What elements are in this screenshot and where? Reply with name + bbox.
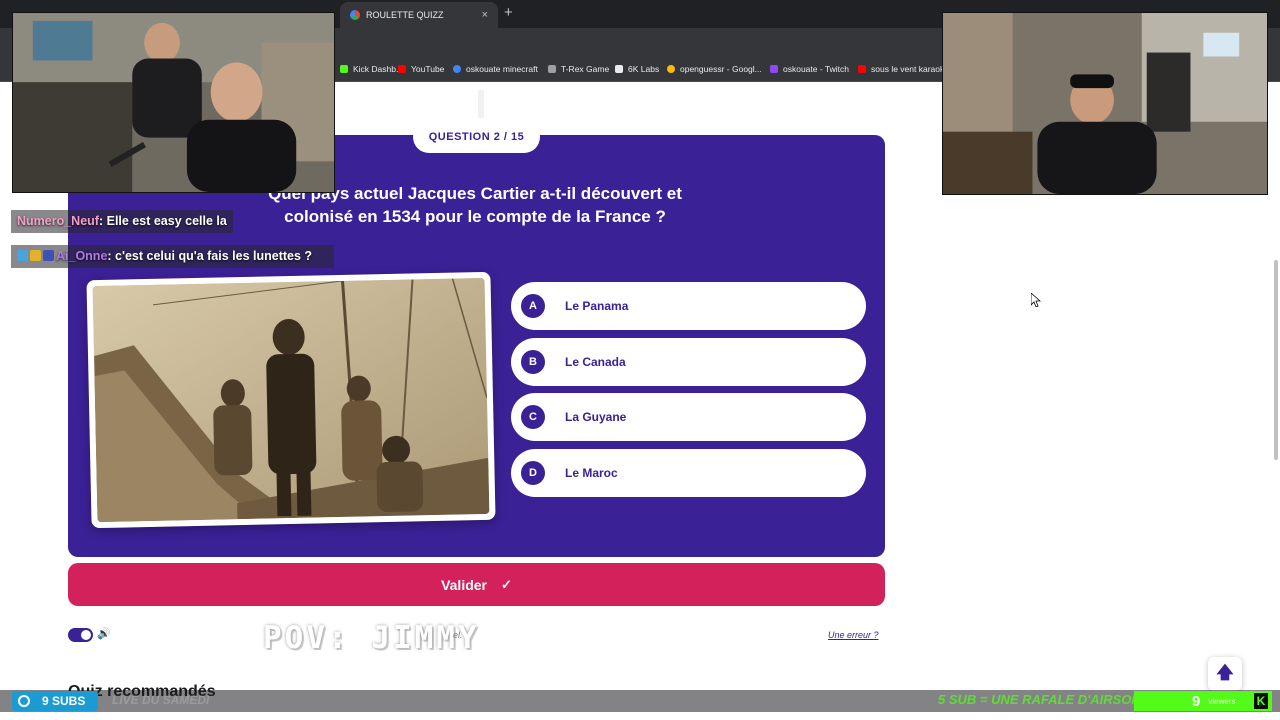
subs-count: 9 SUBS: [42, 694, 86, 708]
answer-option-d[interactable]: D Le Maroc: [511, 449, 866, 497]
live-label: LIVE DU SAMEDI: [112, 693, 210, 707]
bookmark-twitch[interactable]: oskouate - Twitch: [770, 64, 849, 74]
page-scrollbar[interactable]: [1274, 260, 1278, 460]
question-counter-badge: QUESTION 2 / 15: [413, 121, 540, 153]
bookmark-youtube[interactable]: YouTube: [398, 64, 444, 74]
bookmark-karaoke[interactable]: sous le vent karaok...: [858, 64, 951, 74]
bookmark-openguessr[interactable]: openguessr - Googl...: [667, 64, 762, 74]
sub-badge-icon: [17, 250, 28, 261]
answer-letter-badge: D: [521, 461, 545, 485]
speaker-icon[interactable]: 🔊: [97, 627, 111, 640]
labs-icon: [615, 65, 623, 73]
bookmark-trex-game[interactable]: T-Rex Game: [548, 64, 609, 74]
viewers-count: 9: [1192, 692, 1201, 710]
bookmark-minecraft[interactable]: oskouate minecraft: [453, 64, 538, 74]
answer-label: La Guyane: [565, 410, 627, 424]
mod-badge-icon: [43, 250, 54, 261]
webcam-feed: [13, 13, 334, 192]
chat-username: Numero_Neuf: [17, 214, 99, 228]
dino-icon: [548, 65, 556, 73]
youtube-icon: [398, 65, 406, 73]
stream-overlay-title: POV: JIMMY: [263, 620, 480, 656]
new-tab-button[interactable]: +: [504, 4, 513, 21]
chat-text: : c'est celui qu'a fais les lunettes ?: [107, 249, 313, 263]
validate-button[interactable]: Valider ✓: [68, 563, 885, 606]
answer-letter-badge: C: [521, 405, 545, 429]
answer-label: Le Maroc: [565, 466, 618, 480]
bookmark-kick-dashboard[interactable]: Kick Dashb...: [340, 64, 403, 74]
twitch-icon: [770, 65, 778, 73]
chat-text: : Elle est easy celle la: [98, 214, 227, 228]
crown-badge-icon: [30, 250, 41, 261]
bookmark-6k-labs[interactable]: 6K Labs: [615, 64, 659, 74]
tab-favicon-icon: [350, 10, 360, 20]
mouse-cursor-icon: [1031, 293, 1041, 307]
validate-label: Valider: [441, 576, 487, 593]
divider: [478, 90, 484, 118]
webcam-feed: [943, 13, 1267, 194]
subs-counter-badge: 9 SUBS: [12, 691, 98, 711]
tab-label: ROULETTE QUIZZ: [366, 10, 444, 20]
report-error-link[interactable]: Une erreur ?: [828, 630, 879, 640]
kick-logo-icon: K: [1254, 693, 1268, 709]
webcam-overlay-right: [942, 12, 1268, 195]
answer-label: Le Panama: [565, 299, 629, 313]
viewer-counter: 9 viewers K: [1134, 691, 1272, 711]
chat-message: Numero_Neuf: Elle est easy celle la: [11, 210, 233, 233]
answer-option-a[interactable]: A Le Panama: [511, 282, 866, 330]
kick-icon: [340, 65, 348, 73]
tab-roulette-quizz[interactable]: ROULETTE QUIZZ ×: [340, 2, 498, 28]
engraving-illustration: [92, 277, 490, 523]
question-image: [92, 277, 490, 523]
question-image-frame: [86, 271, 496, 529]
scroll-to-top-button[interactable]: 🡅: [1208, 657, 1242, 691]
chrome-icon: [453, 65, 461, 73]
google-icon: [667, 65, 675, 73]
answer-option-b[interactable]: B Le Canada: [511, 338, 866, 386]
youtube-icon: [858, 65, 866, 73]
answer-letter-badge: B: [521, 350, 545, 374]
webcam-overlay-left: [12, 12, 335, 193]
chat-username: Ai_Onne: [56, 249, 108, 263]
close-tab-icon[interactable]: ×: [482, 9, 488, 21]
check-icon: ✓: [501, 576, 512, 592]
arrow-up-icon: 🡅: [1216, 662, 1234, 682]
answer-label: Le Canada: [565, 355, 626, 369]
chat-message: Ai_Onne: c'est celui qu'a fais les lunet…: [11, 245, 334, 268]
answer-letter-badge: A: [521, 294, 545, 318]
refresh-ring-icon: [18, 695, 30, 707]
viewers-label: viewers: [1208, 696, 1236, 706]
overlay-subtext: el.: [453, 630, 463, 640]
answer-option-c[interactable]: C La Guyane: [511, 393, 866, 441]
sound-toggle[interactable]: [68, 628, 93, 642]
sub-goal-ticker: 5 SUB = UNE RAFALE D'AIRSOFT: [938, 692, 1148, 707]
